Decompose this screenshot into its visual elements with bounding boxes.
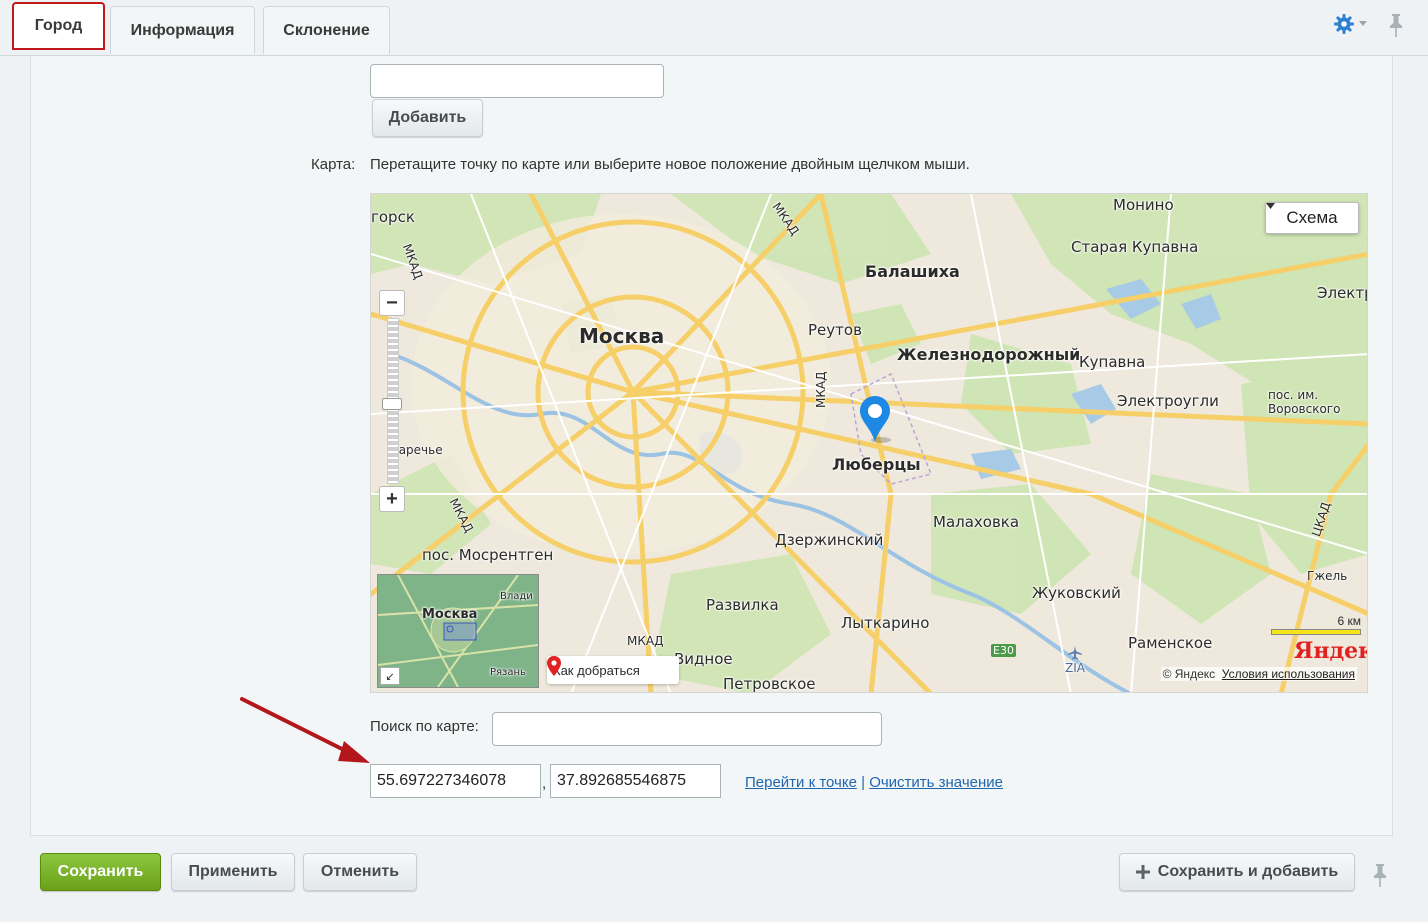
zoom-out-icon: −: [386, 291, 398, 314]
minimap-label: Влади: [500, 591, 533, 602]
minimap[interactable]: Москва Влади Рязань ↙: [377, 574, 539, 688]
apply-button[interactable]: Применить: [171, 853, 295, 891]
scale-bar: [1271, 629, 1361, 635]
zoom-slider-handle[interactable]: [382, 398, 402, 410]
map-label: Железнодорожный: [897, 345, 1081, 364]
cancel-button[interactable]: Отменить: [303, 853, 417, 891]
terms-link[interactable]: Условия использования: [1222, 667, 1355, 681]
map-label: пос. Мосрентген: [422, 546, 554, 564]
map-label: Люберцы: [832, 455, 921, 474]
map-label: Реутов: [808, 321, 862, 339]
map-label: Дзержинский: [775, 531, 884, 549]
map-label: МКАД: [627, 634, 664, 648]
annotation-arrow-icon: [240, 697, 370, 763]
map-hint: Перетащите точку по карте или выберите н…: [370, 156, 970, 173]
map-type-label: Схема: [1286, 208, 1338, 227]
cancel-button-label: Отменить: [320, 863, 400, 880]
pin-icon[interactable]: [1370, 862, 1390, 888]
map-field-label: Карта:: [311, 156, 356, 173]
search-label: Поиск по карте:: [370, 718, 479, 735]
tab-declension[interactable]: Склонение: [263, 6, 390, 54]
map-label: Развилка: [706, 596, 779, 614]
link-separator: |: [861, 774, 866, 791]
map-label: Электр: [1317, 284, 1368, 302]
map-label: Монино: [1113, 196, 1174, 214]
goto-point-link[interactable]: Перейти к точке: [745, 774, 857, 791]
airport-icon: [1068, 646, 1082, 660]
scale-label: 6 км: [1337, 614, 1361, 628]
yandex-map[interactable]: Москва Балашиха Реутов Железнодорожный Л…: [370, 193, 1368, 693]
plus-icon: [1135, 865, 1150, 879]
zoom-out-button[interactable]: −: [379, 290, 405, 316]
map-type-button[interactable]: Схема: [1265, 202, 1359, 234]
map-label: Видное: [674, 650, 733, 668]
add-button-label: Добавить: [388, 109, 467, 126]
minimap-label: Москва: [422, 607, 478, 622]
clear-value-link[interactable]: Очистить значение: [869, 774, 1003, 791]
pin-icon[interactable]: [1386, 12, 1406, 38]
route-button[interactable]: Как добраться: [547, 656, 679, 684]
map-label: пос. им. Воровского: [1268, 388, 1341, 416]
map-label: Электроугли: [1117, 392, 1219, 410]
chevron-down-icon: [1266, 203, 1275, 209]
yandex-logo: Яндекс: [1294, 638, 1367, 664]
map-label: E30: [991, 644, 1016, 657]
map-label: горск: [371, 208, 415, 226]
map-label: Жуковский: [1032, 584, 1121, 602]
map-label: Балашиха: [865, 262, 960, 281]
tab-label: Информация: [130, 21, 235, 39]
tab-information[interactable]: Информация: [110, 6, 255, 54]
tab-label: Склонение: [283, 21, 370, 39]
settings-menu-button[interactable]: [1333, 12, 1369, 36]
map-pin-icon: [547, 656, 561, 676]
map-label: Гжель: [1307, 569, 1348, 583]
minimap-label: Рязань: [490, 667, 526, 678]
gear-icon: [1334, 14, 1354, 34]
property-value-input[interactable]: [370, 64, 664, 98]
latitude-input[interactable]: [370, 764, 541, 798]
longitude-input[interactable]: [550, 764, 721, 798]
tab-city[interactable]: Город: [12, 2, 105, 50]
add-button[interactable]: Добавить: [372, 99, 483, 137]
map-label: Лыткарино: [841, 614, 930, 632]
save-button[interactable]: Сохранить: [40, 853, 161, 891]
map-label: Малаховка: [933, 513, 1020, 531]
minimap-collapse-icon[interactable]: ↙: [380, 667, 400, 685]
map-label: ZIA: [1065, 661, 1085, 675]
tab-bar: Город Информация Склонение: [0, 0, 1428, 56]
map-copyright: © Яндекс Условия использования: [1160, 667, 1357, 681]
map-search-input[interactable]: [492, 712, 882, 746]
map-label: Москва: [579, 324, 665, 348]
route-label: Как добраться: [553, 662, 640, 678]
save-and-add-button[interactable]: Сохранить и добавить: [1119, 853, 1355, 891]
action-bar: Сохранить Применить Отменить Сохранить и…: [0, 836, 1428, 922]
zoom-in-button[interactable]: +: [379, 486, 405, 512]
zoom-control: − +: [379, 290, 405, 512]
tab-label: Город: [34, 17, 83, 34]
chevron-down-icon: [1359, 21, 1367, 26]
map-label: Петровское: [723, 675, 816, 693]
map-label: Старая Купавна: [1071, 238, 1199, 256]
save-and-add-label: Сохранить и добавить: [1157, 863, 1339, 880]
copyright-text: © Яндекс: [1162, 667, 1216, 681]
map-label: Купавна: [1079, 353, 1146, 371]
zoom-in-icon: +: [386, 487, 398, 510]
coord-links: Перейти к точке | Очистить значение: [745, 774, 1003, 791]
coord-separator: ,: [542, 775, 547, 792]
apply-button-label: Применить: [188, 863, 278, 880]
map-label: Раменское: [1128, 634, 1213, 652]
map-label: МКАД: [814, 371, 828, 408]
map-scale: 6 км: [1271, 614, 1361, 635]
location-marker-icon[interactable]: [857, 394, 897, 446]
save-button-label: Сохранить: [57, 863, 144, 880]
